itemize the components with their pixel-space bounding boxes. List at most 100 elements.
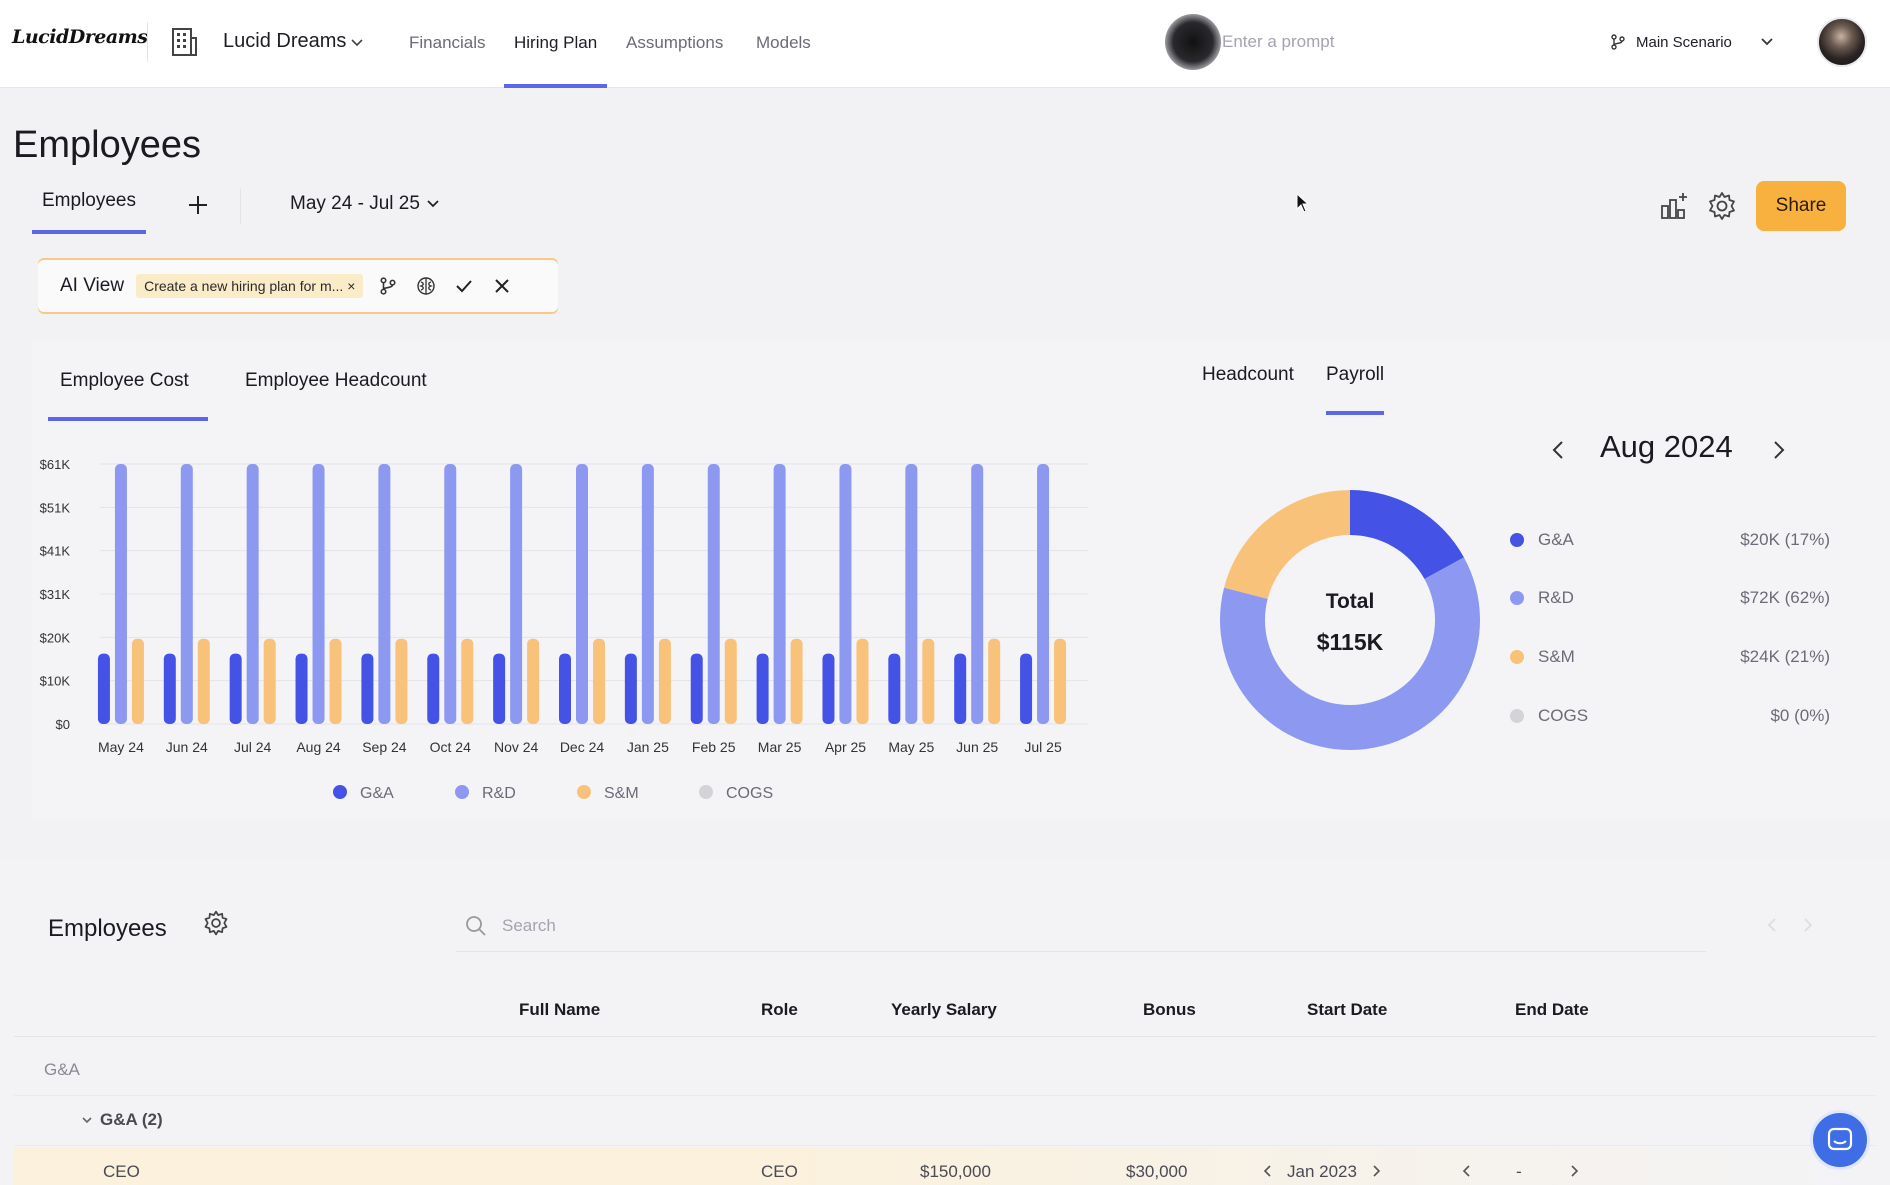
bar-rd[interactable] bbox=[641, 464, 654, 724]
legend-label[interactable]: COGS bbox=[726, 785, 773, 802]
column-header-yearly-salary[interactable]: Yearly Salary bbox=[891, 1000, 997, 1020]
tab-employee-headcount[interactable]: Employee Headcount bbox=[245, 370, 427, 392]
bar-sm[interactable] bbox=[527, 638, 540, 724]
donut-legend-item[interactable]: COGS $0 (0%) bbox=[1510, 701, 1830, 731]
close-icon[interactable] bbox=[489, 273, 515, 299]
bar-sm[interactable] bbox=[395, 638, 408, 724]
chevron-down-icon[interactable] bbox=[80, 1113, 94, 1127]
bar-sm[interactable] bbox=[856, 638, 869, 724]
bar-ga[interactable] bbox=[559, 653, 571, 724]
chevron-left-icon[interactable] bbox=[1762, 913, 1782, 937]
bar-ga[interactable] bbox=[361, 653, 374, 724]
chevron-right-icon[interactable] bbox=[1764, 430, 1794, 470]
column-header-start-date[interactable]: Start Date bbox=[1307, 1000, 1387, 1020]
bar-ga[interactable] bbox=[888, 653, 901, 724]
bar-ga[interactable] bbox=[163, 653, 176, 724]
tab-headcount[interactable]: Headcount bbox=[1202, 364, 1294, 386]
bar-rd[interactable] bbox=[773, 464, 786, 724]
column-header-role[interactable]: Role bbox=[761, 1000, 798, 1020]
app-logo[interactable]: LucidDreams bbox=[12, 26, 148, 48]
ai-prompt-chip[interactable]: Create a new hiring plan for m... × bbox=[136, 274, 364, 298]
bar-ga[interactable] bbox=[229, 653, 242, 724]
cell-yearly-salary[interactable]: $150,000 bbox=[920, 1162, 991, 1182]
donut-slice-sm[interactable] bbox=[1224, 490, 1350, 599]
cell-full-name[interactable]: CEO bbox=[103, 1162, 140, 1182]
bar-sm[interactable] bbox=[131, 638, 144, 724]
chevron-left-icon[interactable] bbox=[1543, 430, 1573, 470]
bar-sm[interactable] bbox=[461, 638, 474, 724]
bar-ga[interactable] bbox=[427, 653, 440, 724]
ai-orb-icon[interactable] bbox=[1165, 14, 1221, 70]
share-button[interactable]: Share bbox=[1756, 181, 1846, 231]
nav-financials[interactable]: Financials bbox=[409, 0, 486, 88]
donut-legend-item[interactable]: G&A $20K (17%) bbox=[1510, 525, 1830, 555]
branch-icon[interactable] bbox=[375, 273, 401, 299]
bar-sm[interactable] bbox=[988, 638, 1001, 724]
tab-employee-cost[interactable]: Employee Cost bbox=[60, 370, 189, 392]
chevron-left-icon[interactable] bbox=[1461, 1163, 1473, 1179]
bar-rd[interactable] bbox=[510, 464, 523, 724]
donut-legend-item[interactable]: R&D $72K (62%) bbox=[1510, 583, 1830, 613]
nav-hiring-plan[interactable]: Hiring Plan bbox=[504, 0, 608, 88]
donut-legend-item[interactable]: S&M $24K (21%) bbox=[1510, 642, 1830, 672]
bar-rd[interactable] bbox=[971, 464, 984, 724]
group-row[interactable]: G&A bbox=[14, 1046, 1876, 1096]
legend-label[interactable]: S&M bbox=[604, 785, 639, 802]
gear-icon[interactable] bbox=[202, 909, 230, 937]
bar-rd[interactable] bbox=[114, 464, 127, 724]
chevron-down-icon[interactable] bbox=[350, 36, 364, 50]
plus-icon[interactable] bbox=[186, 193, 210, 217]
chevron-right-icon[interactable] bbox=[1568, 1163, 1580, 1179]
bar-sm[interactable] bbox=[263, 638, 276, 724]
chat-support-button[interactable] bbox=[1810, 1110, 1870, 1170]
tab-payroll[interactable]: Payroll bbox=[1326, 364, 1384, 386]
bar-ga[interactable] bbox=[1020, 653, 1033, 724]
cell-start-date[interactable]: Jan 2023 bbox=[1287, 1162, 1357, 1182]
prompt-input[interactable] bbox=[1222, 22, 1602, 62]
user-avatar[interactable] bbox=[1817, 17, 1867, 67]
bar-ga[interactable] bbox=[624, 653, 637, 724]
bar-ga[interactable] bbox=[295, 653, 308, 724]
bar-rd[interactable] bbox=[905, 464, 918, 724]
chevron-right-icon[interactable] bbox=[1798, 913, 1818, 937]
cell-role[interactable]: CEO bbox=[761, 1162, 798, 1182]
bar-ga[interactable] bbox=[954, 653, 967, 724]
bar-sm[interactable] bbox=[593, 638, 605, 724]
bar-rd[interactable] bbox=[378, 464, 391, 724]
cell-end-date[interactable]: - bbox=[1516, 1162, 1522, 1182]
bar-rd[interactable] bbox=[312, 464, 325, 724]
legend-label[interactable]: R&D bbox=[482, 785, 516, 802]
nav-assumptions[interactable]: Assumptions bbox=[626, 0, 723, 88]
column-header-bonus[interactable]: Bonus bbox=[1143, 1000, 1196, 1020]
bar-ga[interactable] bbox=[493, 653, 506, 724]
brain-icon[interactable] bbox=[413, 273, 439, 299]
bar-sm[interactable] bbox=[329, 638, 342, 724]
legend-label[interactable]: G&A bbox=[360, 785, 394, 802]
bar-rd[interactable] bbox=[444, 464, 457, 724]
donut-slice-ga[interactable] bbox=[1350, 490, 1464, 580]
bar-rd[interactable] bbox=[246, 464, 259, 724]
bar-rd[interactable] bbox=[1037, 464, 1050, 724]
bar-rd[interactable] bbox=[839, 464, 852, 724]
bar-ga[interactable] bbox=[822, 653, 835, 724]
company-selector[interactable]: Lucid Dreams bbox=[223, 30, 346, 53]
cell-bonus[interactable]: $30,000 bbox=[1126, 1162, 1187, 1182]
bar-sm[interactable] bbox=[1054, 638, 1067, 724]
subgroup-row[interactable]: G&A (2) bbox=[14, 1096, 1876, 1146]
scenario-selector[interactable]: Main Scenario bbox=[1610, 22, 1780, 62]
tab-employees[interactable]: Employees bbox=[32, 190, 146, 234]
bar-ga[interactable] bbox=[690, 653, 703, 724]
column-header-end-date[interactable]: End Date bbox=[1515, 1000, 1589, 1020]
bar-rd[interactable] bbox=[180, 464, 193, 724]
date-range-selector[interactable]: May 24 - Jul 25 bbox=[290, 193, 440, 215]
check-icon[interactable] bbox=[451, 273, 477, 299]
bar-sm[interactable] bbox=[658, 638, 671, 724]
bar-rd[interactable] bbox=[576, 464, 588, 724]
bar-sm[interactable] bbox=[724, 638, 737, 724]
bar-sm[interactable] bbox=[790, 638, 803, 724]
bar-sm[interactable] bbox=[197, 638, 210, 724]
gear-icon[interactable] bbox=[1706, 190, 1738, 222]
bar-rd[interactable] bbox=[707, 464, 720, 724]
bar-ga[interactable] bbox=[97, 653, 110, 724]
column-header-full-name[interactable]: Full Name bbox=[519, 1000, 600, 1020]
